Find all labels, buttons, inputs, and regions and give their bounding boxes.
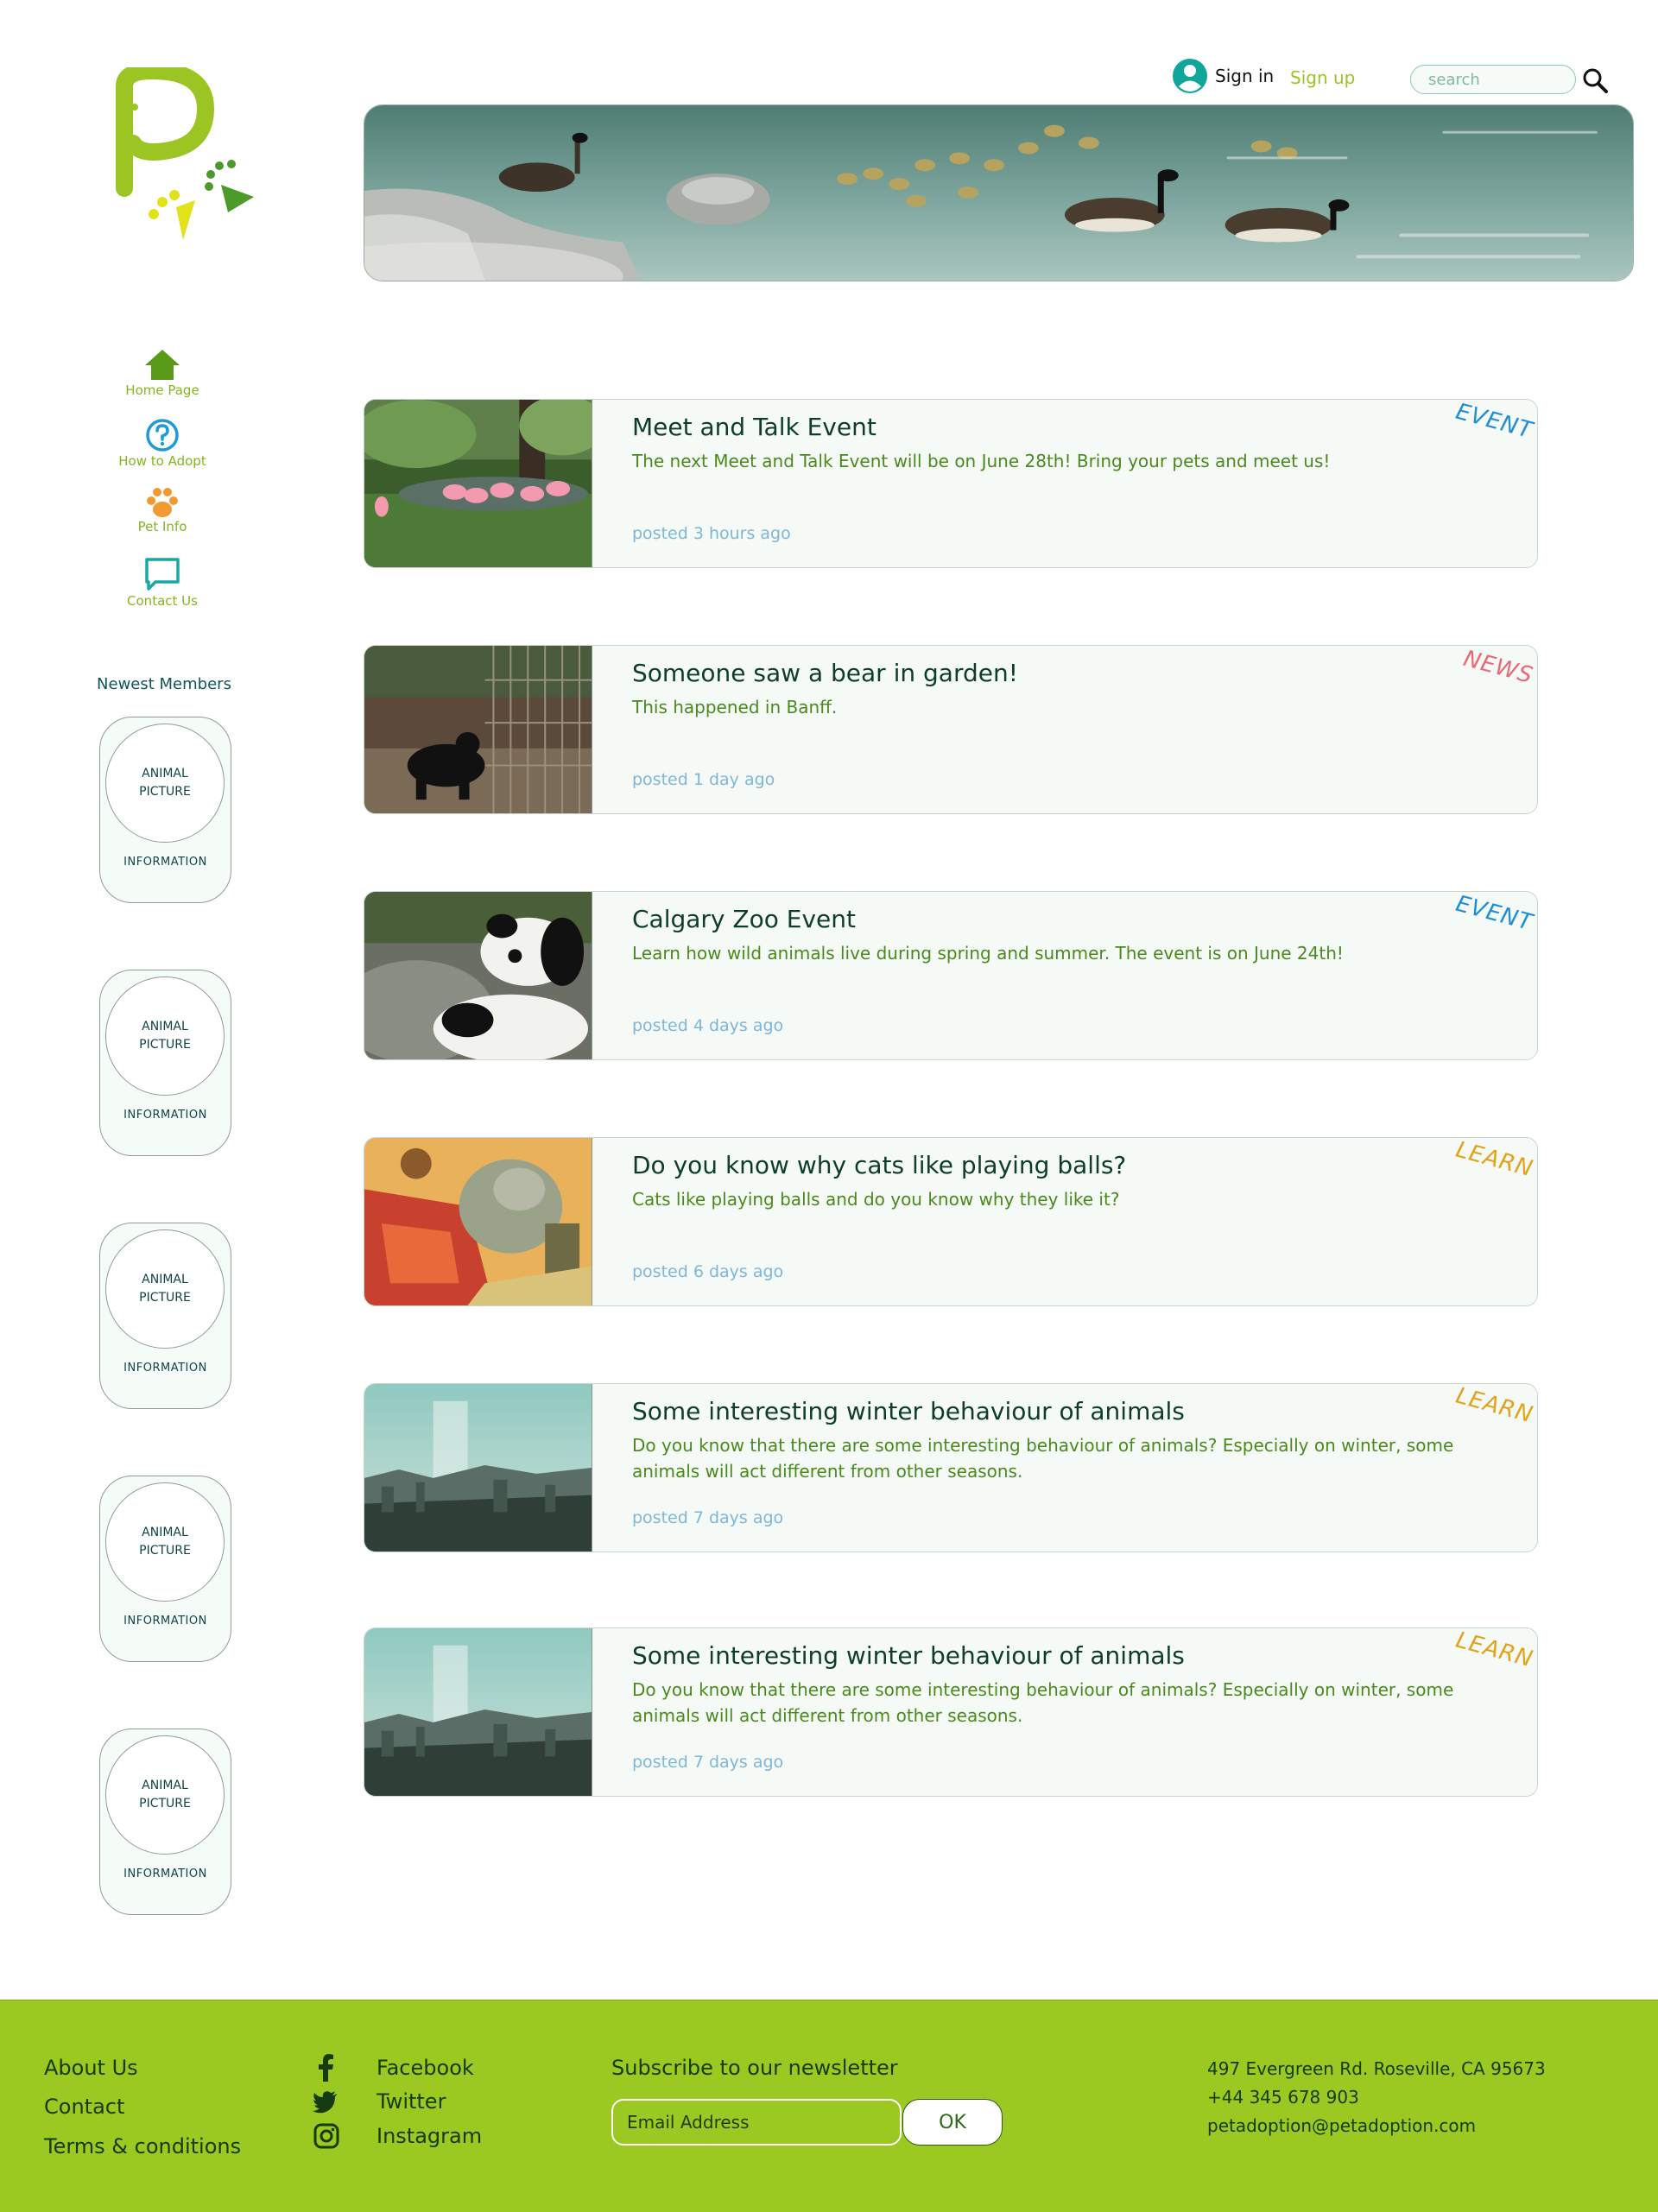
instagram-icon (313, 2123, 339, 2149)
user-avatar-icon (1173, 59, 1207, 93)
post-body: Learn how wild animals live during sprin… (632, 943, 1344, 964)
member-card[interactable]: ANIMAL PICTURE INFORMATION (99, 717, 231, 903)
post-card[interactable]: Some interesting winter behaviour of ani… (364, 1383, 1538, 1552)
post-thumbnail-image (364, 646, 592, 813)
post-timestamp: posted 6 days ago (632, 1262, 784, 1281)
social-facebook-label: Facebook (377, 2056, 474, 2080)
contact-address: 497 Evergreen Rd. Roseville, CA 95673 (1207, 2058, 1546, 2079)
social-facebook[interactable]: Facebook (314, 2054, 474, 2082)
member-information: INFORMATION (123, 1615, 207, 1627)
twitter-icon (313, 2091, 337, 2114)
post-thumbnail-image (364, 892, 592, 1059)
post-card[interactable]: Meet and Talk Event The next Meet and Ta… (364, 399, 1538, 568)
post-thumbnail-image (364, 400, 592, 567)
nav-contact-us[interactable]: Contact Us (80, 556, 244, 609)
post-thumbnail-image (364, 1384, 592, 1552)
post-thumbnail-image (364, 1138, 592, 1305)
sign-up-link[interactable]: Sign up (1290, 67, 1355, 88)
member-card[interactable]: ANIMAL PICTURE INFORMATION (99, 970, 231, 1156)
member-card[interactable]: ANIMAL PICTURE INFORMATION (99, 1223, 231, 1409)
post-timestamp: posted 7 days ago (632, 1753, 784, 1772)
footer-link-contact[interactable]: Contact (44, 2095, 124, 2119)
facebook-icon (319, 2054, 333, 2082)
nav-pet-info-label: Pet Info (137, 519, 187, 534)
post-title: Some interesting winter behaviour of ani… (632, 1641, 1185, 1670)
post-body: Do you know that there are some interest… (632, 1679, 1454, 1726)
post-title: Meet and Talk Event (632, 413, 876, 441)
member-animal-picture: ANIMAL PICTURE (105, 1482, 225, 1602)
post-body: The next Meet and Talk Event will be on … (632, 451, 1331, 471)
social-instagram[interactable]: Instagram (313, 2123, 482, 2149)
post-thumbnail-image (364, 1628, 592, 1796)
paw-icon (147, 488, 178, 517)
member-information: INFORMATION (123, 1362, 207, 1375)
home-icon (145, 350, 180, 380)
social-instagram-label: Instagram (377, 2124, 483, 2148)
post-timestamp: posted 4 days ago (632, 1016, 784, 1035)
member-information: INFORMATION (123, 1868, 207, 1880)
nav-contact-us-label: Contact Us (127, 593, 198, 609)
footer-link-terms[interactable]: Terms & conditions (44, 2134, 241, 2158)
member-card[interactable]: ANIMAL PICTURE INFORMATION (99, 1476, 231, 1662)
nav-home-page[interactable]: Home Page (80, 347, 244, 398)
sign-in-label: Sign in (1215, 66, 1275, 86)
post-body: This happened in Banff. (632, 697, 838, 717)
member-animal-picture: ANIMAL PICTURE (105, 976, 225, 1096)
nav-pet-info[interactable]: Pet Info (80, 487, 244, 534)
footer-link-about-us[interactable]: About Us (44, 2056, 138, 2080)
post-body: Cats like playing balls and do you know … (632, 1189, 1120, 1210)
post-category-tag: EVENT (1452, 891, 1536, 937)
post-card[interactable]: Someone saw a bear in garden! This happe… (364, 645, 1538, 814)
post-title: Some interesting winter behaviour of ani… (632, 1397, 1185, 1425)
newsletter-email-input[interactable] (611, 2099, 902, 2146)
post-category-tag: LEARN (1452, 1137, 1536, 1183)
post-card[interactable]: Calgary Zoo Event Learn how wild animals… (364, 891, 1538, 1060)
member-card[interactable]: ANIMAL PICTURE INFORMATION (99, 1729, 231, 1915)
contact-phone: +44 345 678 903 (1207, 2087, 1359, 2108)
post-category-tag: LEARN (1452, 1383, 1536, 1429)
newsletter-submit-button[interactable]: OK (902, 2099, 1003, 2146)
post-title: Do you know why cats like playing balls? (632, 1151, 1127, 1179)
chat-bubble-icon (145, 558, 180, 591)
contact-email[interactable]: petadoption@petadoption.com (1207, 2115, 1476, 2136)
member-animal-picture: ANIMAL PICTURE (105, 724, 225, 843)
post-title: Someone saw a bear in garden! (632, 659, 1018, 687)
member-animal-picture: ANIMAL PICTURE (105, 1735, 225, 1855)
search-icon[interactable] (1580, 66, 1610, 95)
question-circle-icon (146, 419, 179, 452)
hero-banner-image (364, 104, 1634, 281)
post-category-tag: NEWS (1460, 645, 1536, 690)
social-twitter[interactable]: Twitter (313, 2089, 446, 2114)
post-card[interactable]: Some interesting winter behaviour of ani… (364, 1627, 1538, 1797)
member-information: INFORMATION (123, 1109, 207, 1122)
post-timestamp: posted 7 days ago (632, 1508, 784, 1527)
search-input[interactable] (1410, 65, 1576, 94)
post-timestamp: posted 3 hours ago (632, 524, 791, 543)
nav-how-to-adopt-label: How to Adopt (118, 453, 206, 469)
post-category-tag: EVENT (1452, 399, 1536, 445)
post-timestamp: posted 1 day ago (632, 770, 775, 789)
post-card[interactable]: Do you know why cats like playing balls?… (364, 1137, 1538, 1306)
sign-in-button[interactable]: Sign in (1172, 57, 1274, 95)
nav-how-to-adopt[interactable]: How to Adopt (80, 418, 244, 469)
member-information: INFORMATION (123, 856, 207, 869)
member-animal-picture: ANIMAL PICTURE (105, 1229, 225, 1349)
social-twitter-label: Twitter (377, 2089, 446, 2114)
newest-members-title: Newest Members (97, 675, 231, 693)
newsletter-title: Subscribe to our newsletter (611, 2056, 898, 2080)
post-title: Calgary Zoo Event (632, 905, 856, 933)
post-body: Do you know that there are some interest… (632, 1435, 1454, 1482)
site-footer: About Us Contact Terms & conditions Face… (0, 2000, 1658, 2212)
post-category-tag: LEARN (1452, 1627, 1536, 1673)
brand-logo[interactable] (109, 67, 257, 245)
nav-home-label: Home Page (125, 382, 199, 398)
